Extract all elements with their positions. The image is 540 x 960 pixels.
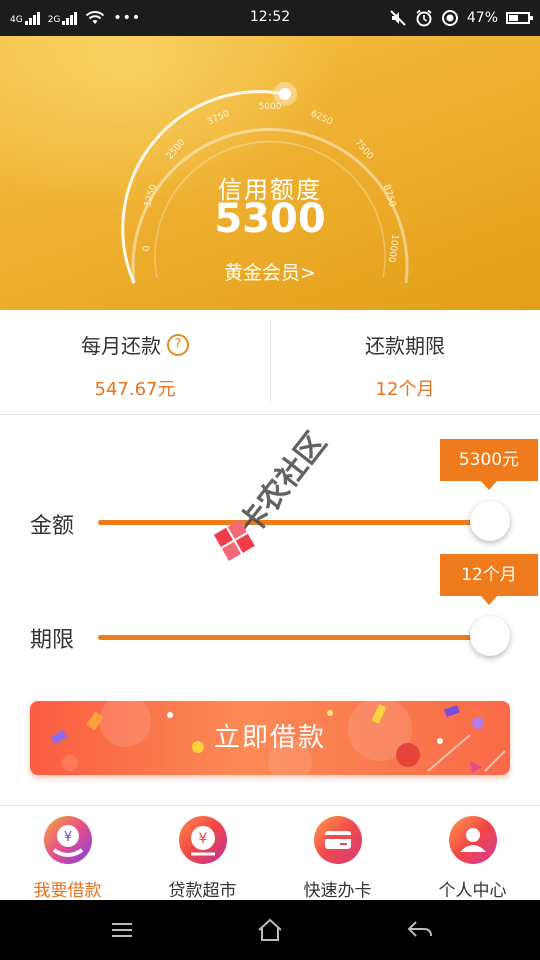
monthly-repayment-cell: 每月还款 ? 547.67元 [0, 310, 270, 414]
repayment-term-label: 还款期限 [365, 334, 445, 358]
nav-item-borrow[interactable]: ¥ 我要借款 [0, 806, 135, 901]
nav-item-loan-market[interactable]: ¥ 贷款超市 [135, 806, 270, 901]
status-bar: 4G 2G ••• 12:52 47% [0, 0, 540, 36]
gauge-tick-label: 6250 [309, 109, 334, 128]
home-icon[interactable] [256, 917, 284, 943]
amount-slider-label: 金额 [30, 514, 75, 539]
battery-icon [506, 12, 533, 24]
user-profile-icon [448, 816, 497, 864]
sync-icon [441, 10, 458, 26]
member-level-link[interactable]: 黄金会员> [0, 258, 540, 285]
cell-signal-icon: 4G [10, 11, 40, 25]
more-notifications-icon: ••• [113, 10, 142, 26]
back-icon[interactable] [406, 918, 434, 942]
amount-slider-knob[interactable] [470, 501, 510, 541]
svg-text:¥: ¥ [198, 831, 207, 847]
amount-value-bubble: 5300元 [440, 439, 538, 490]
bottom-navigation: ¥ 我要借款 ¥ 贷款超市 快速办卡 个人中心 [0, 805, 540, 901]
yen-coin-icon: ¥ [178, 816, 227, 864]
term-slider-label: 期限 [30, 628, 75, 653]
watermark-text: 卡农社区 [232, 426, 333, 542]
hand-coin-icon: ¥ [43, 816, 92, 864]
watermark-logo: 卡农社区 [213, 426, 334, 561]
cell-signal-icon: 2G [48, 11, 78, 25]
gauge-tick-label: 0 [142, 244, 153, 251]
credit-header: 0 1250 2500 3750 5000 6250 7500 8750 10000 信用额度 … [0, 36, 540, 310]
monthly-repayment-label: 每月还款 [81, 334, 161, 358]
repayment-term-value: 12个月 [375, 379, 435, 400]
borrow-now-button[interactable]: 立即借款 [30, 701, 510, 775]
menu-icon[interactable] [110, 920, 134, 940]
svg-text:¥: ¥ [63, 830, 71, 845]
wifi-icon [86, 11, 105, 24]
gauge-tick-label: 3750 [206, 109, 231, 128]
nav-label-card-apply: 快速办卡 [303, 881, 372, 901]
credit-amount: 5300 [214, 196, 326, 242]
nav-label-profile: 个人中心 [438, 881, 507, 901]
term-value-bubble: 12个月 [440, 554, 538, 605]
nav-label-loan-market: 贷款超市 [168, 881, 237, 901]
monthly-repayment-value: 547.67元 [94, 379, 176, 400]
mute-icon [390, 10, 406, 26]
repayment-term-cell: 还款期限 12个月 [270, 310, 540, 414]
nav-item-profile[interactable]: 个人中心 [405, 806, 540, 901]
battery-percent: 47% [466, 10, 498, 26]
nav-item-card-apply[interactable]: 快速办卡 [270, 806, 405, 901]
borrow-now-label: 立即借款 [213, 723, 326, 753]
term-slider-track[interactable] [98, 635, 490, 640]
gauge-tick-label: 5000 [259, 102, 282, 112]
term-slider-knob[interactable] [470, 616, 510, 656]
help-icon[interactable]: ? [167, 333, 189, 356]
credit-card-icon [313, 816, 362, 864]
nav-label-borrow: 我要借款 [33, 881, 102, 901]
alarm-icon [416, 9, 432, 27]
system-navigation-bar [0, 900, 540, 960]
